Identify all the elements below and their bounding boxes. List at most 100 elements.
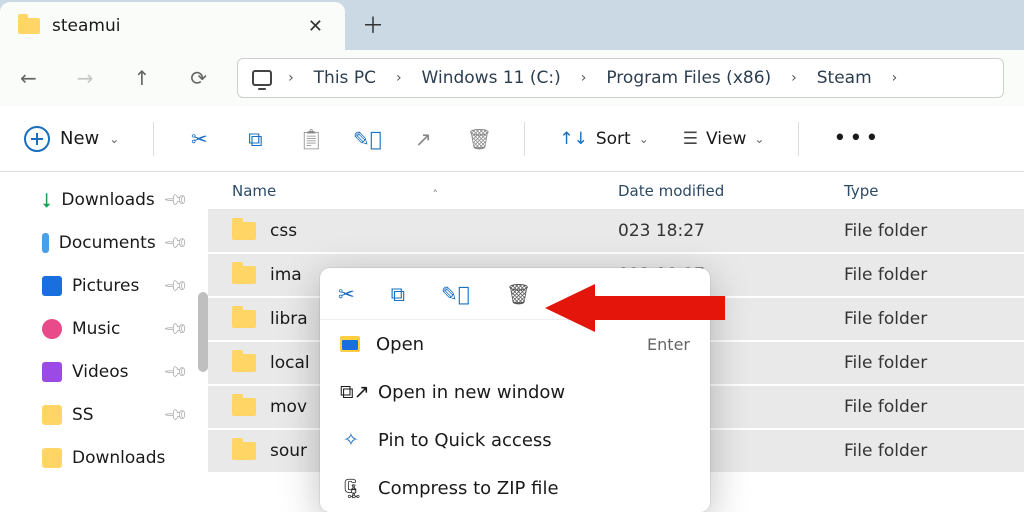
close-tab-button[interactable]: ✕ [304, 12, 327, 41]
breadcrumb[interactable]: › This PC › Windows 11 (C:) › Program Fi… [237, 58, 1004, 98]
chevron-down-icon: ⌄ [109, 132, 119, 146]
pin-icon: 📌︎ [162, 358, 190, 386]
pin-icon: 📌︎ [162, 272, 190, 300]
separator [798, 122, 799, 156]
sidebar-item-music[interactable]: Music📌︎ [0, 307, 208, 350]
folder-icon [42, 448, 62, 468]
plus-circle-icon [24, 126, 50, 152]
folder-icon [232, 442, 256, 460]
sidebar-item-label: Documents [59, 233, 156, 253]
chevron-right-icon[interactable]: › [785, 70, 803, 86]
folder-icon [18, 18, 40, 34]
view-icon: ☰ [683, 129, 698, 149]
file-name: ima [270, 265, 302, 285]
new-tab-button[interactable]: ＋ [353, 8, 393, 50]
file-type: File folder [844, 441, 1024, 461]
documents-icon [42, 233, 49, 253]
download-icon: ⭣ [42, 188, 51, 212]
pin-icon: 📌︎ [162, 186, 190, 214]
view-button[interactable]: ☰ View ⌄ [683, 129, 765, 149]
context-menu-label: Pin to Quick access [378, 430, 552, 451]
shortcut-hint: Enter [647, 335, 690, 354]
context-menu-actions: ✂ ⧉ ✎⃞ 🗑︎ [320, 268, 710, 320]
breadcrumb-item[interactable]: Windows 11 (C:) [418, 68, 565, 88]
context-menu-zip[interactable]: 🗜︎ Compress to ZIP file [320, 464, 710, 512]
paste-icon[interactable]: 📋︎ [300, 128, 322, 150]
toolbar: New ⌄ ✂ ⧉ 📋︎ ✎⃞ ↗ 🗑︎ ↑↓ Sort ⌄ ☰ View ⌄ … [0, 106, 1024, 172]
file-name: css [270, 221, 297, 241]
sidebar-item-downloads-2[interactable]: Downloads [0, 436, 208, 479]
forward-button[interactable]: → [77, 66, 94, 90]
address-bar-row: ← → ↑ ⟳ › This PC › Windows 11 (C:) › Pr… [0, 50, 1024, 106]
more-button[interactable]: ••• [833, 126, 881, 151]
sidebar-scrollbar[interactable] [198, 292, 208, 372]
chevron-right-icon[interactable]: › [575, 70, 593, 86]
file-type: File folder [844, 353, 1024, 373]
delete-icon[interactable]: 🗑︎ [506, 282, 531, 306]
chevron-right-icon[interactable]: › [390, 70, 408, 86]
pin-icon: 📌︎ [162, 315, 190, 343]
up-button[interactable]: ↑ [134, 66, 151, 90]
chevron-down-icon: ⌄ [754, 132, 764, 146]
folder-icon [232, 222, 256, 240]
sidebar-item-downloads[interactable]: ⭣ Downloads 📌︎ [0, 178, 208, 221]
column-type[interactable]: Type [844, 182, 1024, 200]
nav-buttons: ← → ↑ ⟳ [20, 66, 207, 90]
window-tab[interactable]: steamui ✕ [0, 2, 345, 50]
folder-icon [232, 310, 256, 328]
file-name: libra [270, 309, 308, 329]
cut-icon[interactable]: ✂ [188, 128, 210, 150]
breadcrumb-item[interactable]: Steam [813, 68, 876, 88]
file-name: sour [270, 441, 307, 461]
column-headers: Name˄ Date modified Type [208, 172, 1024, 210]
sort-icon: ↑↓ [559, 129, 588, 149]
back-button[interactable]: ← [20, 66, 37, 90]
refresh-button[interactable]: ⟳ [190, 66, 207, 90]
view-label: View [706, 129, 746, 149]
new-label: New [60, 128, 99, 149]
context-menu-pin[interactable]: ✧ Pin to Quick access [320, 416, 710, 464]
file-date: 023 18:27 [618, 221, 844, 241]
context-menu-open-new-window[interactable]: ⧉↗ Open in new window [320, 368, 710, 416]
separator [524, 122, 525, 156]
table-row[interactable]: css023 18:27File folder [208, 210, 1024, 254]
this-pc-icon [252, 70, 272, 86]
context-menu-open[interactable]: Open Enter [320, 320, 710, 368]
sidebar-item-pictures[interactable]: Pictures📌︎ [0, 264, 208, 307]
sort-asc-icon: ˄ [433, 188, 439, 201]
cut-icon[interactable]: ✂ [338, 282, 355, 306]
share-icon[interactable]: ↗ [412, 128, 434, 150]
file-name: local [270, 353, 310, 373]
separator [153, 122, 154, 156]
chevron-right-icon[interactable]: › [282, 70, 300, 86]
open-folder-icon [340, 336, 360, 352]
rename-icon[interactable]: ✎⃞ [441, 282, 470, 306]
sidebar-item-label: Videos [72, 362, 129, 382]
folder-icon [42, 405, 62, 425]
delete-icon[interactable]: 🗑︎ [468, 128, 490, 150]
sidebar-item-label: Downloads [61, 190, 154, 210]
context-menu-label: Open in new window [378, 382, 565, 403]
pictures-icon [42, 276, 62, 296]
sidebar-item-documents[interactable]: Documents 📌︎ [0, 221, 208, 264]
rename-icon[interactable]: ✎⃞ [356, 128, 378, 150]
sidebar-item-videos[interactable]: Videos 📌︎ [0, 350, 208, 393]
copy-icon[interactable]: ⧉ [244, 128, 266, 150]
sidebar-item-ss[interactable]: SS📌︎ [0, 393, 208, 436]
breadcrumb-item[interactable]: Program Files (x86) [602, 68, 775, 88]
chevron-right-icon[interactable]: › [886, 70, 904, 86]
copy-icon[interactable]: ⧉ [391, 282, 405, 306]
context-menu-label: Open [376, 334, 424, 355]
new-button[interactable]: New ⌄ [24, 126, 119, 152]
sort-button[interactable]: ↑↓ Sort ⌄ [559, 129, 648, 149]
column-name[interactable]: Name˄ [208, 182, 618, 200]
open-new-window-icon: ⧉↗ [340, 381, 362, 403]
pin-icon: 📌︎ [162, 229, 190, 257]
folder-icon [232, 266, 256, 284]
file-type: File folder [844, 309, 1024, 329]
breadcrumb-item[interactable]: This PC [310, 68, 380, 88]
pin-icon: 📌︎ [162, 401, 190, 429]
context-menu-label: Compress to ZIP file [378, 478, 559, 499]
chevron-down-icon: ⌄ [639, 132, 649, 146]
column-date[interactable]: Date modified [618, 182, 844, 200]
